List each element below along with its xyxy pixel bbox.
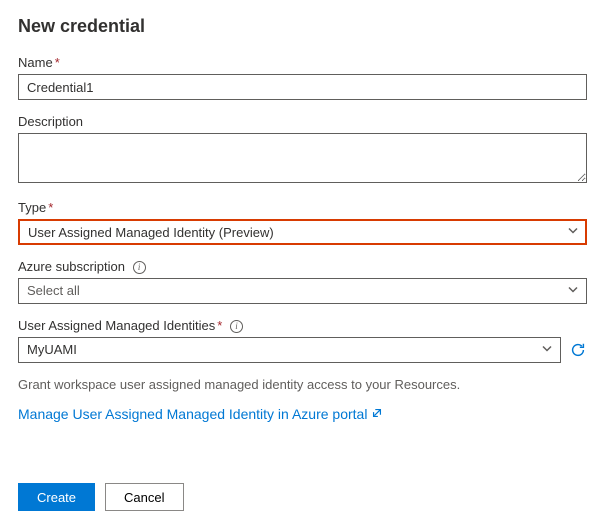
- type-label-text: Type: [18, 200, 46, 215]
- name-input[interactable]: [18, 74, 587, 100]
- subscription-select[interactable]: Select all: [18, 278, 587, 304]
- external-link-icon: [371, 406, 383, 422]
- description-field: Description: [18, 114, 587, 186]
- link-text: Manage User Assigned Managed Identity in…: [18, 406, 367, 422]
- create-button[interactable]: Create: [18, 483, 95, 511]
- type-field: Type* User Assigned Managed Identity (Pr…: [18, 200, 587, 245]
- info-icon[interactable]: i: [230, 320, 243, 333]
- subscription-label: Azure subscription i: [18, 259, 587, 274]
- required-asterisk: *: [48, 200, 53, 215]
- subscription-select-wrap: Select all: [18, 278, 587, 304]
- type-select-wrap: User Assigned Managed Identity (Preview): [18, 219, 587, 245]
- subscription-field: Azure subscription i Select all: [18, 259, 587, 304]
- name-label-text: Name: [18, 55, 53, 70]
- info-icon[interactable]: i: [133, 261, 146, 274]
- cancel-button[interactable]: Cancel: [105, 483, 183, 511]
- subscription-label-text: Azure subscription: [18, 259, 125, 274]
- manage-uami-link[interactable]: Manage User Assigned Managed Identity in…: [18, 406, 383, 422]
- uami-select[interactable]: MyUAMI: [18, 337, 561, 363]
- uami-field: User Assigned Managed Identities* i MyUA…: [18, 318, 587, 363]
- hint-text: Grant workspace user assigned managed id…: [18, 377, 587, 392]
- page-title: New credential: [18, 16, 587, 37]
- description-label: Description: [18, 114, 587, 129]
- uami-select-wrap: MyUAMI: [18, 337, 561, 363]
- type-label: Type*: [18, 200, 587, 215]
- required-asterisk: *: [55, 55, 60, 70]
- required-asterisk: *: [217, 318, 222, 333]
- footer: Create Cancel: [18, 483, 184, 511]
- refresh-icon[interactable]: [569, 341, 587, 359]
- name-label: Name*: [18, 55, 587, 70]
- type-select[interactable]: User Assigned Managed Identity (Preview): [18, 219, 587, 245]
- uami-label-text: User Assigned Managed Identities: [18, 318, 215, 333]
- uami-label: User Assigned Managed Identities* i: [18, 318, 587, 333]
- name-field: Name*: [18, 55, 587, 100]
- uami-row: MyUAMI: [18, 337, 587, 363]
- description-input[interactable]: [18, 133, 587, 183]
